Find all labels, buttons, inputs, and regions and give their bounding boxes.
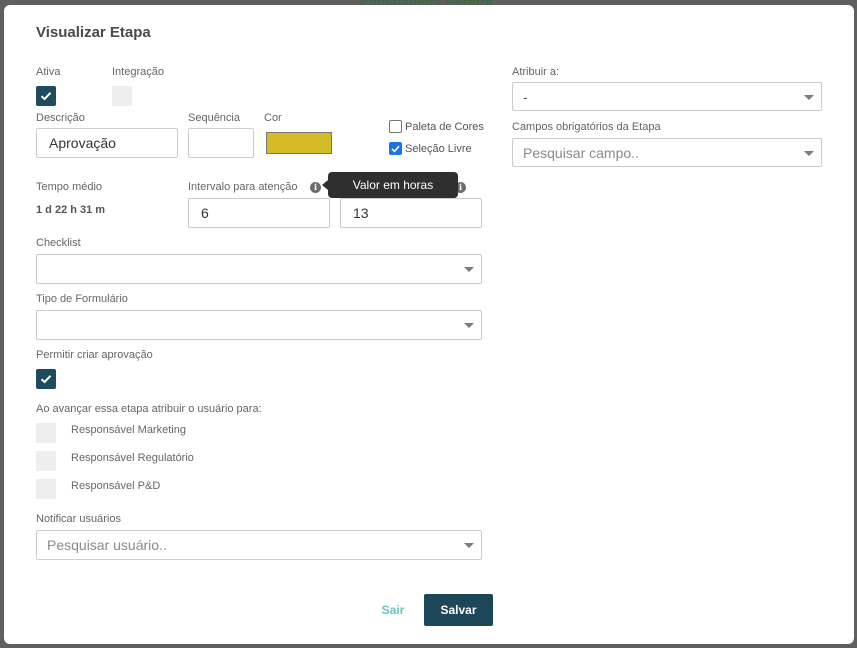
cor-color-picker[interactable] bbox=[266, 132, 332, 154]
atribuir-a-value: - bbox=[523, 89, 528, 105]
responsavel-marketing-checkbox[interactable] bbox=[36, 423, 56, 443]
integracao-checkbox[interactable] bbox=[112, 86, 132, 106]
ativa-checkbox[interactable] bbox=[36, 86, 56, 106]
segundo-intervalo-value: 13 bbox=[353, 205, 369, 221]
chevron-down-icon bbox=[804, 150, 814, 156]
chevron-down-icon bbox=[464, 323, 474, 328]
campos-obrigatorios-placeholder: Pesquisar campo.. bbox=[523, 145, 639, 161]
sequencia-input[interactable] bbox=[188, 128, 254, 158]
responsavel-regulatorio-checkbox[interactable] bbox=[36, 451, 56, 471]
paleta-de-cores-checkbox[interactable] bbox=[389, 120, 402, 133]
segundo-intervalo-input[interactable]: 13 bbox=[340, 198, 482, 228]
ativa-label: Ativa bbox=[36, 66, 61, 78]
responsavel-regulatorio-label: Responsável Regulatório bbox=[71, 452, 194, 464]
chevron-down-icon bbox=[464, 543, 474, 548]
intervalo-atencao-value: 6 bbox=[201, 205, 209, 221]
checklist-label: Checklist bbox=[36, 237, 81, 249]
atribuir-a-select[interactable]: - bbox=[512, 82, 822, 111]
paleta-de-cores-label: Paleta de Cores bbox=[405, 121, 484, 133]
notificar-usuarios-label: Notificar usuários bbox=[36, 513, 121, 525]
notificar-usuarios-placeholder: Pesquisar usuário.. bbox=[47, 537, 167, 553]
responsavel-pd-label: Responsável P&D bbox=[71, 480, 161, 492]
info-icon[interactable]: i bbox=[310, 182, 321, 193]
checkmark-icon bbox=[391, 145, 400, 153]
intervalo-atencao-label: Intervalo para atenção bbox=[188, 181, 298, 193]
tooltip: Valor em horas bbox=[322, 172, 458, 198]
chevron-down-icon bbox=[804, 94, 814, 100]
checkmark-icon bbox=[40, 375, 52, 384]
tempo-medio-value: 1 d 22 h 31 m bbox=[36, 204, 106, 216]
descricao-label: Descrição bbox=[36, 112, 85, 124]
tipo-formulario-select[interactable] bbox=[36, 310, 482, 340]
permitir-aprovacao-checkbox[interactable] bbox=[36, 369, 56, 389]
selecao-livre-checkbox[interactable] bbox=[389, 142, 402, 155]
cor-label: Cor bbox=[264, 112, 282, 124]
selecao-livre-label: Seleção Livre bbox=[405, 143, 472, 155]
descricao-value: Aprovação bbox=[49, 135, 116, 151]
atribuir-usuario-label: Ao avançar essa etapa atribuir o usuário… bbox=[36, 403, 262, 415]
descricao-input[interactable]: Aprovação bbox=[36, 128, 178, 158]
checkmark-icon bbox=[40, 92, 52, 101]
modal-title: Visualizar Etapa bbox=[36, 24, 151, 41]
sair-button[interactable]: Sair bbox=[376, 599, 410, 621]
responsavel-pd-checkbox[interactable] bbox=[36, 479, 56, 499]
atribuir-a-label: Atribuir a: bbox=[512, 66, 560, 78]
responsavel-marketing-label: Responsável Marketing bbox=[71, 424, 186, 436]
sequencia-label: Sequência bbox=[188, 112, 240, 124]
integracao-label: Integração bbox=[112, 66, 164, 78]
checklist-select[interactable] bbox=[36, 254, 482, 284]
permitir-aprovacao-label: Permitir criar aprovação bbox=[36, 349, 153, 361]
tipo-formulario-label: Tipo de Formulário bbox=[36, 293, 128, 305]
campos-obrigatorios-label: Campos obrigatórios da Etapa bbox=[512, 121, 661, 133]
salvar-button[interactable]: Salvar bbox=[424, 594, 493, 626]
notificar-usuarios-select[interactable]: Pesquisar usuário.. bbox=[36, 530, 482, 560]
tempo-medio-label: Tempo médio bbox=[36, 181, 103, 193]
visualizar-etapa-modal: Visualizar Etapa Ativa Integração Descri… bbox=[4, 5, 854, 644]
intervalo-atencao-input[interactable]: 6 bbox=[188, 198, 330, 228]
chevron-down-icon bbox=[464, 267, 474, 272]
campos-obrigatorios-select[interactable]: Pesquisar campo.. bbox=[512, 138, 822, 167]
